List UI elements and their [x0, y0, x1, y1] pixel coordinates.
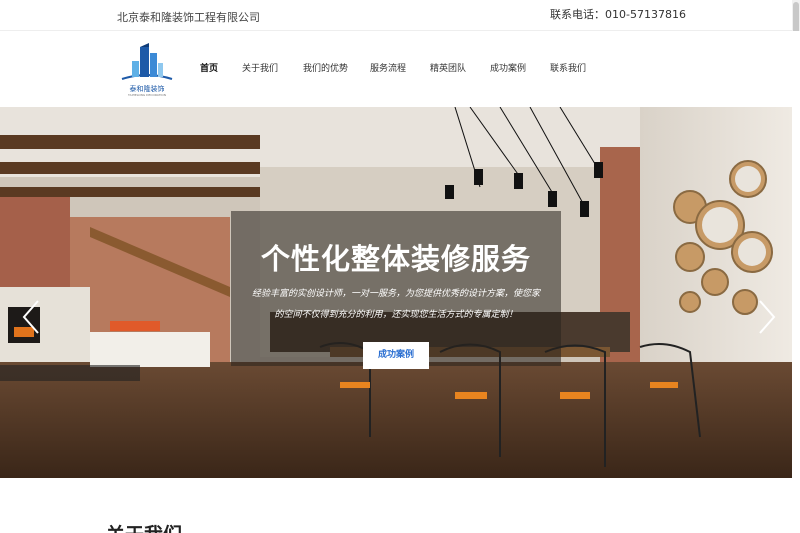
- nav-item-cases[interactable]: 成功案例: [490, 61, 526, 74]
- hero-banner: 个性化整体装修服务 经验丰富的实创设计师，一对一服务，为您提供优秀的设计方案，使…: [0, 107, 792, 478]
- slider-prev-button[interactable]: [20, 297, 42, 337]
- cases-button[interactable]: 成功案例: [363, 342, 429, 369]
- about-section-heading: 关于我们: [106, 520, 182, 533]
- top-bar: 北京泰和隆装饰工程有限公司 联系电话：010-57137816: [0, 0, 800, 31]
- main-header: 泰和隆装饰 TAIHELONG DECORATION 首页 关于我们 我们的优势…: [0, 31, 800, 107]
- company-logo[interactable]: 泰和隆装饰 TAIHELONG DECORATION: [118, 41, 176, 97]
- logo-subtext: TAIHELONG DECORATION: [128, 93, 166, 97]
- nav-item-team[interactable]: 精英团队: [430, 61, 466, 74]
- nav-item-home[interactable]: 首页: [200, 61, 218, 74]
- nav-item-process[interactable]: 服务流程: [370, 61, 406, 74]
- hero-title: 个性化整体装修服务: [260, 242, 531, 276]
- chevron-left-icon: [22, 300, 39, 334]
- contact-phone: 联系电话：010-57137816: [550, 8, 686, 21]
- hero-description: 经验丰富的实创设计师，一对一服务，为您提供优秀的设计方案，使您家的空间不仅得到充…: [251, 289, 540, 320]
- slider-next-button[interactable]: [756, 297, 778, 337]
- logo-buildings-icon: [121, 43, 173, 80]
- nav-item-contact[interactable]: 联系我们: [550, 61, 586, 74]
- company-name: 北京泰和隆装饰工程有限公司: [117, 11, 260, 24]
- nav-item-advantages[interactable]: 我们的优势: [303, 61, 348, 74]
- chevron-right-icon: [759, 300, 776, 334]
- nav-item-about[interactable]: 关于我们: [242, 61, 278, 74]
